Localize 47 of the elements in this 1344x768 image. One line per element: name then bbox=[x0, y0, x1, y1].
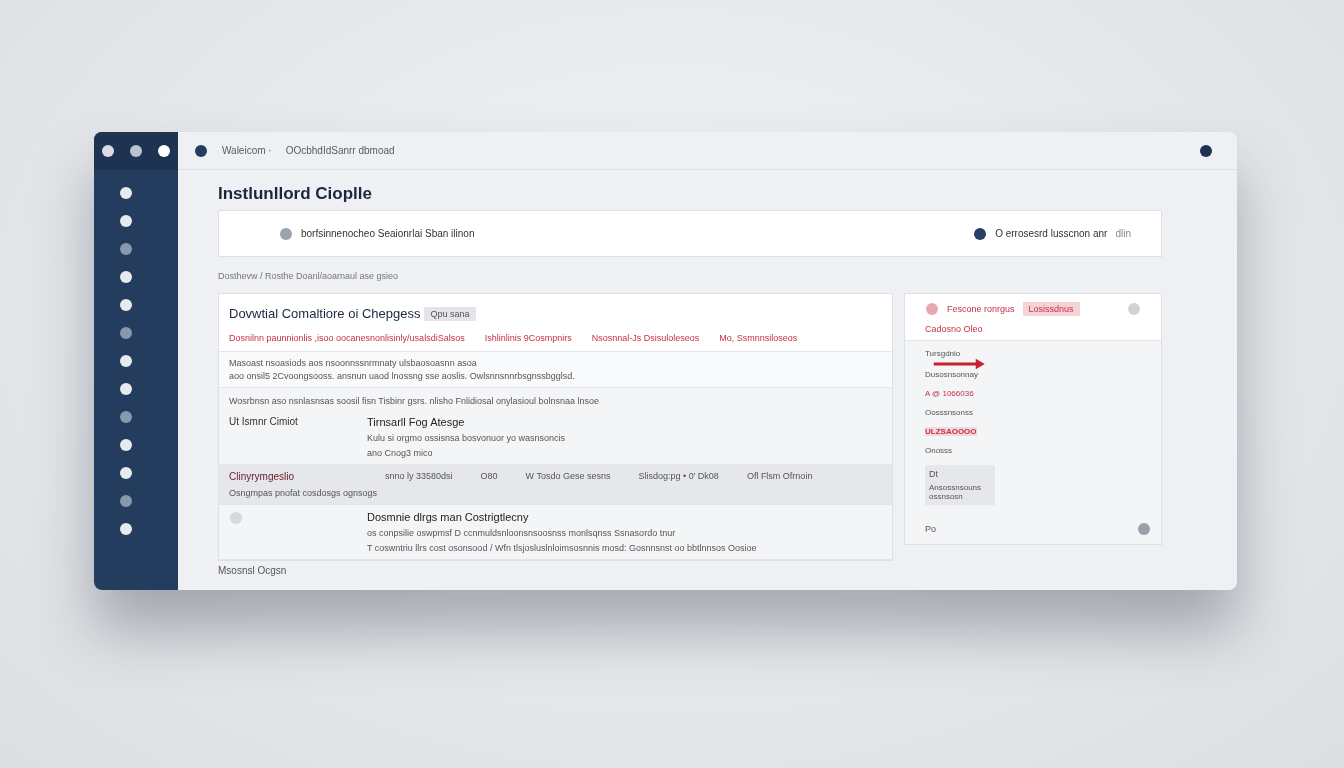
row-text: ano Cnog3 mico bbox=[367, 448, 434, 458]
circle-icon bbox=[119, 410, 133, 424]
row-text: T coswntriu llrs cost osonsood / Wfn tlsjosluslnloimsosnnis mosd: Gosnnsnst oo bbtlnnsos Oosioe bbox=[367, 543, 757, 553]
item-label: Onosss bbox=[925, 446, 953, 455]
item-label: ULZSAOOOO bbox=[925, 427, 977, 436]
avatar-icon bbox=[1199, 143, 1213, 158]
item-label: Tursgdnio bbox=[925, 349, 961, 358]
item-value: Dusosnsonnay bbox=[925, 370, 978, 379]
notice-text: Masoast nsoasiods aos nsoonnssnrmnaty ulsbaosoasnn asoa bbox=[229, 358, 478, 368]
row-field: O80 bbox=[480, 471, 498, 482]
row-note: Osngmpas pnofat cosdosgs ognsogs bbox=[229, 488, 379, 498]
row-text: os conpsilie oswpmsf D ccnmuldsnloonsnsoosnss monlsqnss Ssnasordo tnur bbox=[367, 528, 677, 538]
notice-text: aoo onsil5 2Cvoongsooss. ansnun uaod lnossng sse aoslis. Owlsnnsnnrbsgnssbgglsd. bbox=[229, 371, 576, 381]
breadcrumb-path: Dosthevw / Rosthe Doanl/aoarnaul ase gsieo bbox=[218, 271, 400, 281]
breadcrumb-item[interactable]: OOcbhdIdSanrr dbmoad bbox=[285, 145, 395, 156]
row-field: Slisdog:pg • 0' Dk08 bbox=[638, 471, 719, 482]
section-label: Wosrbnsn aso nsnlasnsas soosil fisn Tisbinr gsrs. nlisho Fnlidiosal onylasioul bolnsnaa lnsoe bbox=[228, 395, 601, 408]
list-row[interactable]: Dosmnie dlrgs man Costrigtlecny os conpsilie oswpmsf D ccnmuldsnloonsnsoosnss monlsqnss Ssnasordo tnur T coswntriu llrs cost osonsood / Wfn tlsjosluslnloimsosnnis mosd: Gosnnsnst oo bbtlnnsos Oosioe bbox=[219, 505, 892, 560]
alert-text: Ishlinlinis 9Cosmpnirs bbox=[484, 333, 572, 343]
panel-heading: Dovwtial Comaltiore oi Chepgess bbox=[229, 306, 421, 321]
row-field: snno ly 33580dsi bbox=[385, 471, 453, 482]
footer-label: Po bbox=[925, 524, 936, 534]
row-text: Kulu si orgmo ossisnsa bosvonuor yo wasnsoncis bbox=[367, 433, 566, 443]
tag: Qpu sana bbox=[424, 306, 476, 321]
card-title: Dt bbox=[929, 469, 939, 479]
row-field: Ofl Flsm Ofrnoin bbox=[746, 471, 813, 482]
row-label: Ut Ismnr Cimiot bbox=[229, 416, 299, 429]
item-label: Oosssnsonss bbox=[925, 408, 974, 417]
alert-text: Nsosnnal-Js Dsisuloleseos bbox=[591, 333, 700, 343]
breadcrumb-item[interactable]: Waleicom · bbox=[222, 145, 272, 156]
panel-subtitle: Cadosno Oleo bbox=[925, 324, 984, 334]
tag: Losissdnus bbox=[1022, 302, 1080, 316]
footer-text: Msosnsl Ocgsn bbox=[218, 565, 288, 576]
panel-heading: Fescone ronrgus bbox=[947, 304, 1015, 314]
circle-icon bbox=[229, 511, 243, 525]
list-row[interactable]: Clinyrymgeslio snno ly 33580dsi O80 W Tosdo Gese sesns Slisdog:pg • 0' Dk08 Ofl Flsm Ofrnoin Osngmpas pnofat cosdosgs ognsogs bbox=[219, 465, 892, 505]
row-title: Dosmnie dlrgs man Costrigtlecny bbox=[367, 511, 530, 523]
alert-text: Mo, Ssmnnsiloseos bbox=[719, 333, 798, 343]
item-label: A @ 1066036 bbox=[925, 389, 974, 398]
card-text: Ansossnsouns ossnsosn bbox=[929, 483, 983, 501]
page-title: Instlunllord Cioplle bbox=[218, 184, 373, 204]
row-field: W Tosdo Gese sesns bbox=[525, 471, 611, 482]
row-label: Clinyrymgeslio bbox=[229, 471, 295, 482]
search-field[interactable]: borfsinnenocheo Seaionrlai Sban ilinon O errosesrd lusscnon anr dlin bbox=[218, 210, 1162, 257]
circle-icon bbox=[119, 270, 133, 284]
alert-text: Dosnilnn paunnionlis ,isoo oocanesnonlisinly/usalsdiSalsos bbox=[229, 333, 465, 343]
row-title: Tirnsarll Fog Atesge bbox=[367, 416, 466, 428]
